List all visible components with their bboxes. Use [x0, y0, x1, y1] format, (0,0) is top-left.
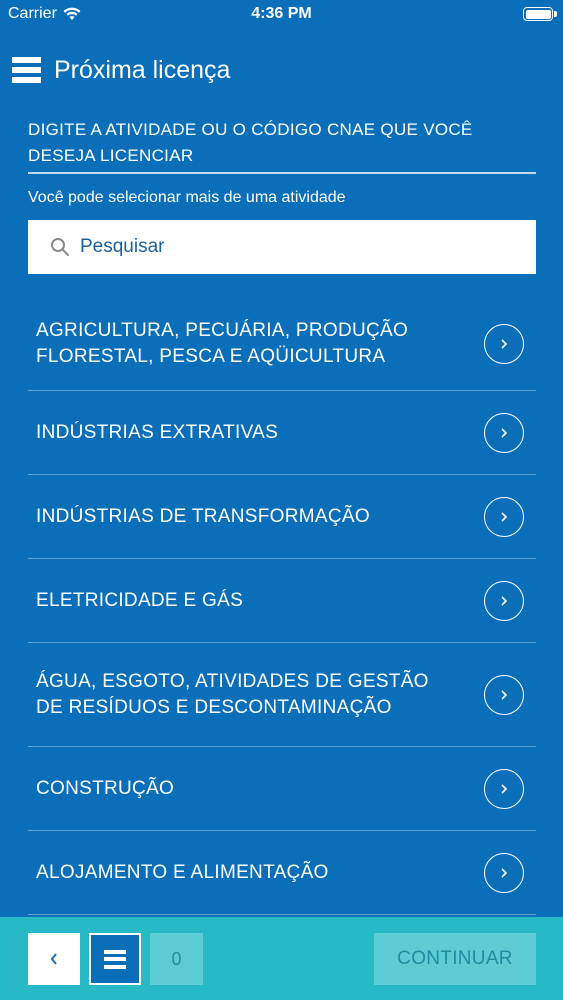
list-item-electricity[interactable]: ELETRICIDADE E GÁS [28, 559, 536, 643]
chevron-right-icon[interactable] [484, 496, 524, 537]
list-item-label: INDÚSTRIAS DE TRANSFORMAÇÃO [36, 505, 370, 527]
chevron-right-icon[interactable] [484, 412, 524, 453]
list-view-button[interactable] [89, 933, 141, 985]
chevron-right-icon[interactable] [484, 580, 524, 621]
list-item-water[interactable]: ÁGUA, ESGOTO, ATIVIDADES DE GESTÃO DE RE… [28, 643, 536, 747]
list-item-construction[interactable]: CONSTRUÇÃO [28, 747, 536, 831]
list-item-label: INDÚSTRIAS EXTRATIVAS [36, 421, 279, 443]
page-title: Próxima licença [54, 55, 231, 84]
nav-bar: Próxima licença [12, 52, 230, 88]
search-input[interactable] [78, 235, 482, 259]
list-item-agriculture[interactable]: AGRICULTURA, PECUÁRIA, PRODUÇÃO FLORESTA… [28, 298, 536, 391]
chevron-left-icon [50, 953, 57, 965]
chevron-right-icon[interactable] [484, 768, 524, 809]
search-icon [51, 238, 69, 256]
status-time: 4:36 PM [251, 5, 312, 22]
list-item-label: ALOJAMENTO E ALIMENTAÇÃO [36, 861, 329, 883]
continue-button[interactable]: CONTINUAR [374, 933, 536, 985]
list-icon [104, 949, 126, 969]
divider [28, 172, 536, 174]
activity-list: AGRICULTURA, PECUÁRIA, PRODUÇÃO FLORESTA… [28, 298, 536, 915]
list-item-extractive[interactable]: INDÚSTRIAS EXTRATIVAS [28, 391, 536, 475]
list-item-label: CONSTRUÇÃO [36, 777, 175, 799]
list-item-label: ÁGUA, ESGOTO, ATIVIDADES DE GESTÃO DE RE… [36, 670, 429, 718]
battery-tip [554, 11, 557, 17]
list-item-transformation[interactable]: INDÚSTRIAS DE TRANSFORMAÇÃO [28, 475, 536, 559]
helper-text: Você pode selecionar mais de uma ativida… [28, 189, 346, 206]
selected-count-badge: 0 [150, 933, 203, 985]
footer-toolbar: 0 CONTINUAR [0, 917, 563, 1000]
chevron-right-icon[interactable] [484, 674, 524, 715]
instruction-text: DIGITE A ATIVIDADE OU O CÓDIGO CNAE QUE … [28, 120, 473, 165]
list-item-label: ELETRICIDADE E GÁS [36, 589, 244, 611]
back-button[interactable] [28, 933, 80, 985]
menu-icon[interactable] [12, 57, 41, 83]
battery-icon [523, 7, 553, 21]
list-item-label: AGRICULTURA, PECUÁRIA, PRODUÇÃO FLORESTA… [36, 320, 409, 367]
list-item-lodging[interactable]: ALOJAMENTO E ALIMENTAÇÃO [28, 831, 536, 915]
status-bar: Carrier 4:36 PM [0, 0, 563, 30]
chevron-right-icon[interactable] [484, 324, 524, 364]
chevron-right-icon[interactable] [484, 852, 524, 893]
search-box[interactable] [28, 220, 536, 274]
